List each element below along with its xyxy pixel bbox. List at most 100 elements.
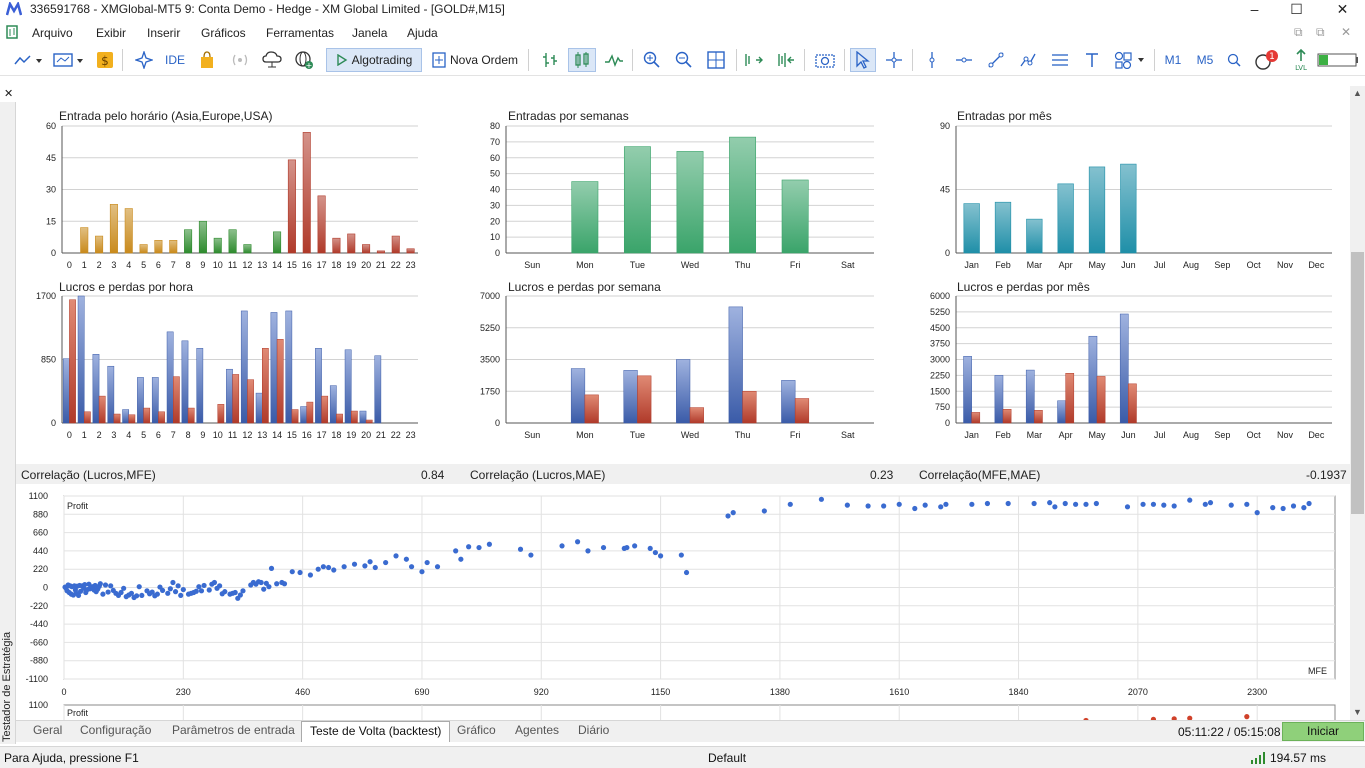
scroll-up-arrow[interactable]: ▲ [1350, 86, 1365, 101]
scroll-thumb[interactable] [1351, 252, 1364, 514]
templates-dropdown[interactable] [50, 48, 86, 72]
signal-level-button[interactable]: LVL [1290, 48, 1312, 72]
vertical-scrollbar[interactable]: ▲ ▼ [1350, 86, 1365, 720]
trendline-button[interactable] [984, 48, 1008, 72]
profit-bar [994, 375, 1004, 424]
chart-shift-button[interactable] [774, 48, 798, 72]
ide-button[interactable]: IDE [162, 48, 188, 72]
loss-bar [794, 398, 810, 424]
scatter-point [574, 539, 581, 545]
minimize-button[interactable]: – [1232, 0, 1277, 20]
mdi-tile-button[interactable]: ⧉ [1316, 25, 1325, 40]
tab-backtest[interactable]: Teste de Volta (backtest) [301, 721, 451, 742]
backtest-charts: 0153045600 1 2 3 4 5 6 7 8 9 10 11 12 13 14 15 16 17 18 19 2… [26, 121, 1336, 720]
bar [1026, 218, 1043, 254]
close-window-button[interactable]: ✕ [1320, 0, 1365, 20]
bar [139, 244, 148, 254]
profit-bar [570, 368, 586, 424]
algotrading-button[interactable]: Algotrading [326, 48, 422, 72]
x-tick-label: Wed [681, 260, 699, 270]
scatter2-y-tick: 1100 [29, 700, 48, 710]
tab-parametros[interactable]: Parâmetros de entrada [172, 723, 295, 737]
scatter-point [351, 561, 358, 567]
wireless-button[interactable] [228, 48, 252, 72]
signals-button[interactable] [132, 48, 156, 72]
cloud-button[interactable] [260, 48, 284, 72]
shapes-dropdown[interactable] [1112, 48, 1148, 72]
shop-button[interactable] [196, 48, 218, 72]
profit-bar [62, 358, 70, 424]
x-tick-label: Sun [524, 430, 540, 440]
scatter-point [466, 544, 472, 550]
menu-inserir[interactable]: Inserir [147, 26, 180, 40]
monthly-pl-title: Lucros e perdas por mês [957, 280, 1090, 294]
timeframe-m1-button[interactable]: M1 [1160, 48, 1186, 72]
start-button[interactable]: Iniciar [1282, 722, 1364, 741]
polyline-button[interactable] [1016, 48, 1040, 72]
x-tick-label: 4 [126, 430, 131, 440]
notifications-button[interactable]: 1 [1252, 48, 1280, 72]
new-order-button[interactable]: Nova Ordem [428, 48, 522, 72]
battery-indicator [1316, 48, 1360, 72]
tile-windows-button[interactable] [704, 48, 728, 72]
x-tick-label: Aug [1183, 430, 1199, 440]
bar [302, 132, 311, 254]
y-tick-label: 30 [46, 185, 56, 195]
bar [273, 231, 282, 254]
scatter-point [206, 587, 212, 593]
menu-graficos[interactable]: Gráficos [201, 26, 246, 40]
line-button[interactable] [602, 48, 626, 72]
menu-janela[interactable]: Janela [352, 26, 387, 40]
zoom-out-button[interactable] [672, 48, 696, 72]
search-button[interactable] [1224, 48, 1244, 72]
tab-geral[interactable]: Geral [33, 723, 62, 737]
timeframe-m5-button[interactable]: M5 [1192, 48, 1218, 72]
x-tick-label: Sun [524, 260, 540, 270]
channel-button[interactable] [1048, 48, 1072, 72]
zigzag-icon [605, 54, 623, 67]
notification-count: 1 [1269, 52, 1275, 62]
scroll-down-arrow[interactable]: ▼ [1350, 705, 1365, 720]
screenshot-button[interactable] [812, 48, 838, 72]
svg-text:$: $ [101, 54, 109, 68]
autoscroll-button[interactable] [742, 48, 766, 72]
notification-icon: 1 [1255, 50, 1278, 70]
mdi-restore-button[interactable]: ⧉ [1294, 25, 1303, 40]
horizontal-line-button[interactable] [952, 48, 976, 72]
vertical-line-button[interactable] [920, 48, 944, 72]
scatter-point [1047, 500, 1053, 506]
menu-arquivo[interactable]: Arquivo [32, 26, 73, 40]
tab-configuracao[interactable]: Configuração [80, 723, 151, 737]
tab-diario[interactable]: Diário [578, 723, 609, 737]
x-tick-label: Jul [1154, 260, 1166, 270]
bar [80, 227, 89, 254]
candlestick-button[interactable] [568, 48, 596, 72]
vps-button[interactable]: + [292, 48, 316, 72]
scatter-point [652, 549, 659, 556]
menu-exibir[interactable]: Exibir [96, 26, 126, 40]
scatter-point [818, 496, 825, 502]
shopping-bag-icon [201, 51, 213, 68]
line-chart-dropdown[interactable] [10, 48, 46, 72]
menu-ferramentas[interactable]: Ferramentas [266, 26, 334, 40]
crosshair-button[interactable] [882, 48, 906, 72]
close-panel-icon[interactable]: ✕ [4, 87, 13, 100]
maximize-button[interactable]: ☐ [1274, 0, 1319, 20]
menu-ajuda[interactable]: Ajuda [407, 26, 438, 40]
market-button[interactable]: $ [94, 48, 116, 72]
scatter-x-tick: 1380 [770, 687, 790, 697]
bar [154, 240, 163, 254]
tab-grafico[interactable]: Gráfico [457, 723, 496, 737]
zoom-in-button[interactable] [640, 48, 664, 72]
tab-agentes[interactable]: Agentes [515, 723, 559, 737]
scatter-point [97, 581, 103, 587]
scatter-point [201, 582, 207, 589]
scatter-point [136, 584, 142, 590]
text-tool-button[interactable] [1080, 48, 1104, 72]
bar-chart-button[interactable] [538, 48, 562, 72]
cursor-button[interactable] [850, 48, 876, 72]
profit-bar [676, 359, 691, 424]
mdi-close-button[interactable]: ✕ [1341, 25, 1351, 39]
scatter-point [761, 508, 767, 514]
scatter-point [419, 569, 425, 575]
